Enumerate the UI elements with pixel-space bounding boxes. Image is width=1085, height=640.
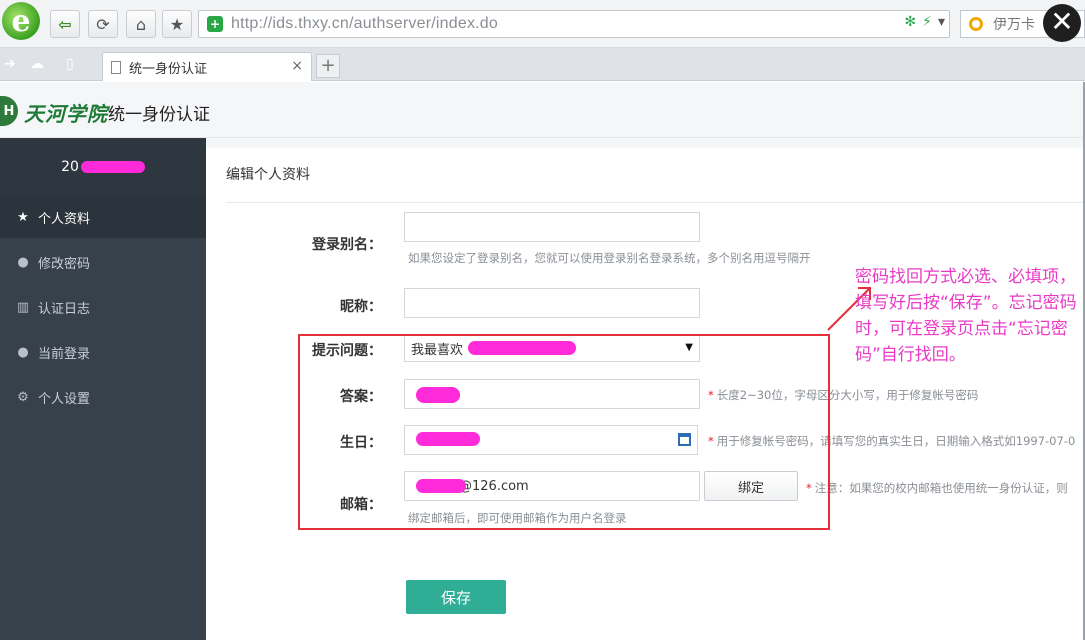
sidebar-item-profile[interactable]: ★ 个人资料 bbox=[0, 196, 206, 238]
close-overlay-icon[interactable]: ✕ bbox=[1043, 4, 1081, 42]
security-shield-icon: + bbox=[207, 16, 223, 32]
home-button[interactable]: ⌂ bbox=[126, 10, 156, 38]
tab-close-icon[interactable]: × bbox=[291, 58, 303, 74]
search-text[interactable]: 伊万卡 bbox=[993, 14, 1035, 34]
refresh-icon: ⟳ bbox=[96, 14, 110, 34]
favorites-button[interactable]: ★ bbox=[162, 10, 192, 38]
user-icon: ● bbox=[17, 254, 29, 270]
sidebar-item-label: 个人设置 bbox=[38, 391, 91, 407]
sidebar-item-auth-log[interactable]: ▥ 认证日志 bbox=[0, 286, 206, 328]
user-key-icon: ● bbox=[17, 344, 29, 360]
sidebar-item-label: 认证日志 bbox=[38, 301, 91, 317]
sidebar-item-current-login[interactable]: ● 当前登录 bbox=[0, 331, 206, 373]
sidebar-item-label: 修改密码 bbox=[38, 256, 91, 272]
book-icon: ▥ bbox=[16, 299, 30, 315]
sidebar: 20 ★ 个人资料 ● 修改密码 ▥ 认证日志 ● 当前登录 ⚙ 个人设置 bbox=[0, 138, 206, 640]
section-title: 编辑个人资料 bbox=[226, 167, 310, 183]
highlight-box bbox=[298, 334, 830, 530]
star-icon: ★ bbox=[169, 14, 185, 34]
nickname-input[interactable] bbox=[404, 288, 700, 318]
sidebar-user: 20 bbox=[0, 138, 206, 196]
gear-icon: ⚙ bbox=[17, 389, 29, 405]
new-tab-button[interactable]: + bbox=[316, 54, 340, 78]
url-text[interactable]: http://ids.thxy.cn/authserver/index.do bbox=[231, 15, 498, 33]
loading-icon[interactable]: ✻ bbox=[904, 14, 916, 30]
school-name-logo: 天河学院 bbox=[24, 102, 108, 126]
alias-input[interactable] bbox=[404, 212, 700, 242]
tab-bar: ➜ ☁ ▯ 统一身份认证 × + bbox=[0, 48, 1085, 81]
star-icon: ★ bbox=[17, 209, 29, 225]
annotation-text: 密码找回方式必选、必填项，填写好后按“保存”。忘记密码时，可在登录页点击“忘记密… bbox=[855, 267, 1077, 365]
email-hint: * 注意：如果您的校内邮箱也使用统一身份认证，则 bbox=[806, 481, 1068, 495]
forward-arrow-icon[interactable]: ➜ bbox=[4, 56, 16, 72]
browser-logo-icon[interactable]: e bbox=[2, 2, 40, 40]
nickname-label: 昵称： bbox=[340, 299, 382, 315]
divider bbox=[226, 202, 1085, 203]
address-bar[interactable]: + http://ids.thxy.cn/authserver/index.do… bbox=[198, 10, 950, 38]
document-icon bbox=[111, 60, 121, 74]
sidebar-item-change-password[interactable]: ● 修改密码 bbox=[0, 241, 206, 283]
user-id: 20 bbox=[61, 159, 79, 175]
alias-label: 登录别名： bbox=[312, 237, 382, 253]
site-title: 统一身份认证 bbox=[108, 105, 210, 125]
browser-toolbar: e ⇦ ⟳ ⌂ ★ + http://ids.thxy.cn/authserve… bbox=[0, 0, 1085, 48]
search-engine-icon bbox=[969, 17, 983, 31]
tab-auth[interactable]: 统一身份认证 × bbox=[102, 52, 312, 81]
cloud-icon[interactable]: ☁ bbox=[30, 56, 44, 72]
back-button[interactable]: ⇦ bbox=[50, 10, 80, 38]
content-top-gap bbox=[206, 138, 1085, 148]
refresh-button[interactable]: ⟳ bbox=[88, 10, 118, 38]
lightning-icon[interactable]: ⚡ bbox=[922, 14, 932, 30]
sidebar-item-label: 个人资料 bbox=[38, 211, 91, 227]
sidebar-item-label: 当前登录 bbox=[38, 346, 91, 362]
alias-hint: 如果您设定了登录别名，您就可以使用登录别名登录系统，多个别名用逗号隔开 bbox=[408, 251, 811, 265]
school-logo-icon: H bbox=[0, 96, 18, 126]
chevron-down-icon[interactable]: ▾ bbox=[938, 14, 945, 30]
sidebar-item-settings[interactable]: ⚙ 个人设置 bbox=[0, 376, 206, 418]
redaction-mark bbox=[80, 161, 145, 173]
phone-icon[interactable]: ▯ bbox=[66, 56, 74, 72]
home-icon: ⌂ bbox=[135, 14, 147, 34]
site-header: H 天河学院 统一身份认证 bbox=[0, 82, 1085, 138]
tab-title: 统一身份认证 bbox=[129, 61, 208, 77]
save-button[interactable]: 保存 bbox=[406, 580, 506, 614]
arrow-left-icon: ⇦ bbox=[58, 14, 72, 34]
